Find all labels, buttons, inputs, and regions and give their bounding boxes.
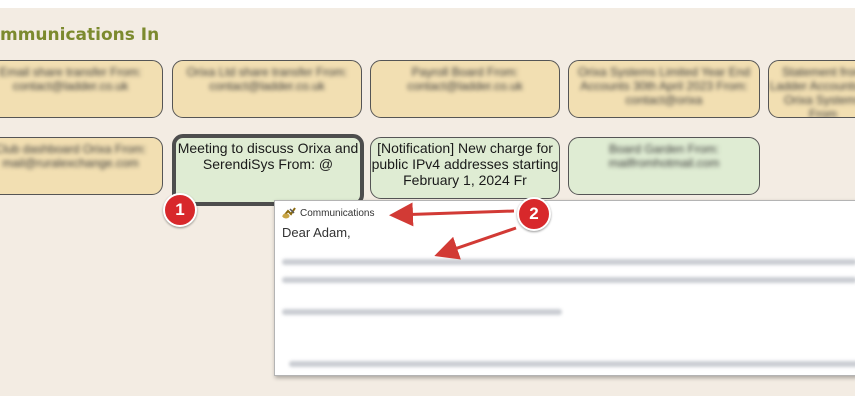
communication-preview-tooltip: Communications Dear Adam, bbox=[274, 200, 855, 376]
communication-card[interactable]: Club dashboard Orixa From: mail@ruralexc… bbox=[0, 137, 163, 195]
email-greeting: Dear Adam, bbox=[282, 225, 351, 240]
card-text: Orixa Systems Limited Year End Accounts … bbox=[577, 65, 751, 107]
card-text: Payroll Board From: contact@ladder.co.uk bbox=[407, 65, 523, 93]
card-text: Orixa Ltd share transfer From: contact@l… bbox=[186, 65, 348, 93]
card-text: Statement from Ladder Accounts for Orixa… bbox=[769, 65, 855, 118]
communication-card[interactable]: Statement from Ladder Accounts for Orixa… bbox=[768, 60, 855, 118]
tooltip-header: Communications bbox=[282, 207, 374, 219]
communication-card[interactable]: Board Garden From: mailfromhotmail.com bbox=[568, 137, 760, 195]
card-text: Board Garden From: mailfromhotmail.com bbox=[608, 142, 720, 170]
communications-icon bbox=[282, 207, 296, 219]
email-body-line bbox=[282, 309, 562, 315]
card-text: Meeting to discuss Orixa and SerendiSys … bbox=[177, 140, 359, 172]
card-text: Email share transfer From: contact@ladde… bbox=[0, 65, 142, 93]
email-body-line bbox=[282, 259, 855, 265]
communication-card[interactable]: [Notification] New charge for public IPv… bbox=[370, 137, 560, 199]
tooltip-header-label: Communications bbox=[300, 207, 375, 219]
communication-card[interactable]: Email share transfer From: contact@ladde… bbox=[0, 60, 163, 118]
communication-card[interactable]: Payroll Board From: contact@ladder.co.uk bbox=[370, 60, 560, 118]
section-title: mmunications In bbox=[0, 25, 160, 45]
communication-card-selected[interactable]: Meeting to discuss Orixa and SerendiSys … bbox=[172, 134, 364, 206]
step-badge-1: 1 bbox=[163, 193, 197, 227]
card-text: Club dashboard Orixa From: mail@ruralexc… bbox=[0, 142, 147, 170]
card-text: [Notification] New charge for public IPv… bbox=[371, 140, 559, 188]
step-badge-2: 2 bbox=[517, 197, 551, 231]
email-body-line bbox=[282, 277, 855, 283]
communication-card[interactable]: Orixa Ltd share transfer From: contact@l… bbox=[172, 60, 362, 118]
communication-card[interactable]: Orixa Systems Limited Year End Accounts … bbox=[568, 60, 760, 118]
email-body-line bbox=[289, 361, 855, 367]
